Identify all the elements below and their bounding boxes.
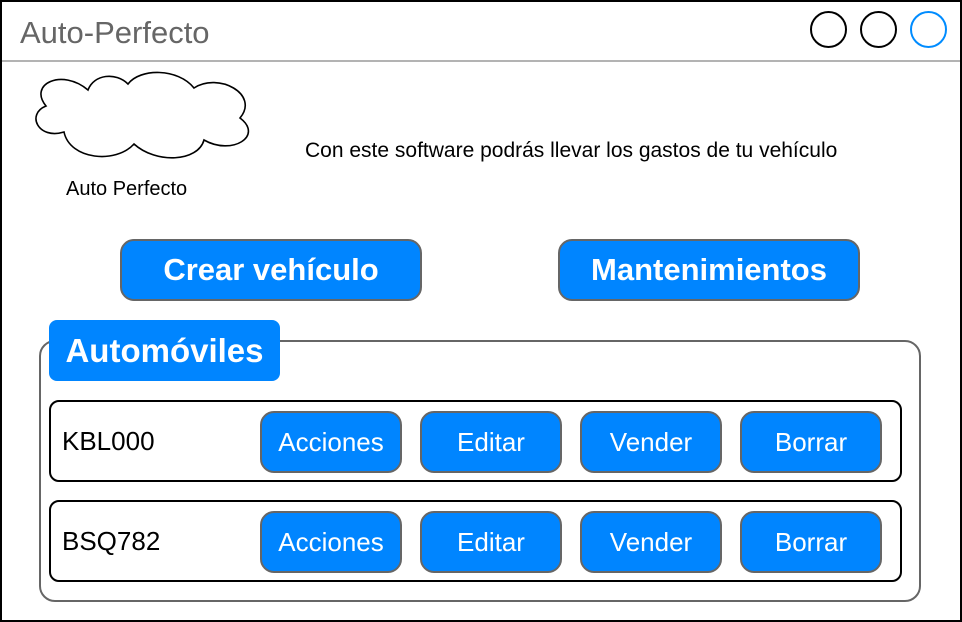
window-title: Auto-Perfecto: [20, 15, 210, 50]
vehicle-row: BSQ782 Acciones Editar Vender Borrar: [49, 500, 902, 582]
logo-label: Auto Perfecto: [66, 178, 188, 200]
close-button[interactable]: [910, 11, 947, 48]
create-vehicle-button[interactable]: Crear vehículo: [120, 239, 422, 301]
delete-button[interactable]: Borrar: [740, 411, 882, 473]
vehicle-plate: KBL000: [62, 426, 155, 456]
title-bar: Auto-Perfecto: [2, 2, 960, 62]
vehicle-row: KBL000 Acciones Editar Vender Borrar: [49, 400, 902, 482]
edit-button[interactable]: Editar: [420, 511, 562, 573]
edit-button[interactable]: Editar: [420, 411, 562, 473]
sell-button[interactable]: Vender: [580, 511, 722, 573]
tagline: Con este software podrás llevar los gast…: [305, 139, 838, 162]
vehicles-group-title: Automóviles: [49, 320, 280, 381]
actions-button[interactable]: Acciones: [260, 511, 402, 573]
maximize-button[interactable]: [860, 11, 897, 48]
delete-button[interactable]: Borrar: [740, 511, 882, 573]
minimize-button[interactable]: [810, 11, 847, 48]
maintenance-button[interactable]: Mantenimientos: [558, 239, 860, 301]
vehicle-plate: BSQ782: [62, 526, 161, 556]
logo-cloud-icon: [35, 71, 249, 159]
sell-button[interactable]: Vender: [580, 411, 722, 473]
actions-button[interactable]: Acciones: [260, 411, 402, 473]
